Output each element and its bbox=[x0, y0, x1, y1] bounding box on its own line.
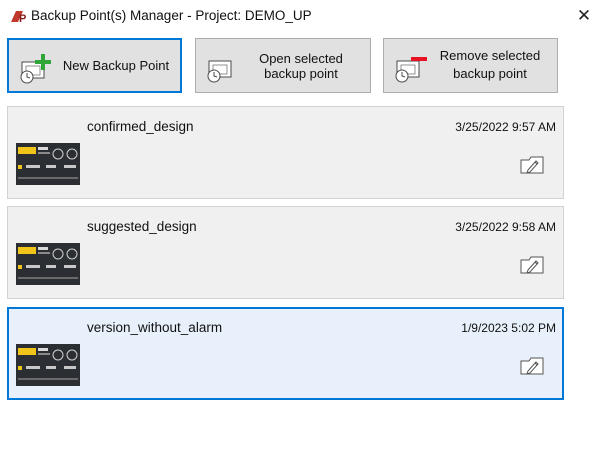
remove-backup-icon bbox=[395, 57, 427, 83]
backup-thumbnail bbox=[16, 344, 80, 386]
remove-selected-button[interactable]: Remove selected backup point bbox=[383, 38, 558, 93]
new-backup-point-button[interactable]: New Backup Point bbox=[7, 38, 182, 93]
backup-date: 1/9/2023 5:02 PM bbox=[461, 321, 556, 335]
remove-selected-label-line2: backup point bbox=[453, 66, 527, 81]
backup-name: confirmed_design bbox=[87, 119, 194, 134]
edit-icon[interactable] bbox=[520, 355, 544, 375]
edit-icon[interactable] bbox=[520, 254, 544, 274]
remove-selected-label: Remove selected backup point bbox=[428, 48, 552, 81]
svg-text:P: P bbox=[19, 13, 26, 25]
tp-app-icon: P bbox=[11, 11, 26, 25]
backup-list: confirmed_design 3/25/2022 9:57 AM sugge… bbox=[0, 96, 600, 455]
backup-name: version_without_alarm bbox=[87, 320, 223, 335]
close-icon[interactable]: ✕ bbox=[572, 5, 596, 27]
title-bar: P Backup Point(s) Manager - Project: DEM… bbox=[0, 0, 600, 34]
backup-date: 3/25/2022 9:58 AM bbox=[455, 220, 556, 234]
backup-item[interactable]: suggested_design 3/25/2022 9:58 AM bbox=[7, 206, 564, 299]
backup-thumbnail bbox=[16, 243, 80, 285]
window-title: Backup Point(s) Manager - Project: DEMO_… bbox=[31, 8, 312, 23]
backup-item[interactable]: confirmed_design 3/25/2022 9:57 AM bbox=[7, 106, 564, 199]
backup-thumbnail bbox=[16, 143, 80, 185]
open-backup-icon bbox=[207, 60, 232, 83]
open-selected-label-line2: backup point bbox=[264, 66, 338, 81]
open-selected-label: Open selected backup point bbox=[240, 51, 362, 81]
open-selected-label-line1: Open selected bbox=[259, 51, 343, 66]
new-backup-icon bbox=[20, 54, 51, 84]
open-selected-button[interactable]: Open selected backup point bbox=[195, 38, 371, 93]
backup-name: suggested_design bbox=[87, 219, 197, 234]
backup-item-selected[interactable]: version_without_alarm 1/9/2023 5:02 PM bbox=[7, 307, 564, 400]
new-backup-label: New Backup Point bbox=[62, 58, 170, 73]
backup-date: 3/25/2022 9:57 AM bbox=[455, 120, 556, 134]
remove-selected-label-line1: Remove selected bbox=[439, 48, 541, 63]
edit-icon[interactable] bbox=[520, 154, 544, 174]
